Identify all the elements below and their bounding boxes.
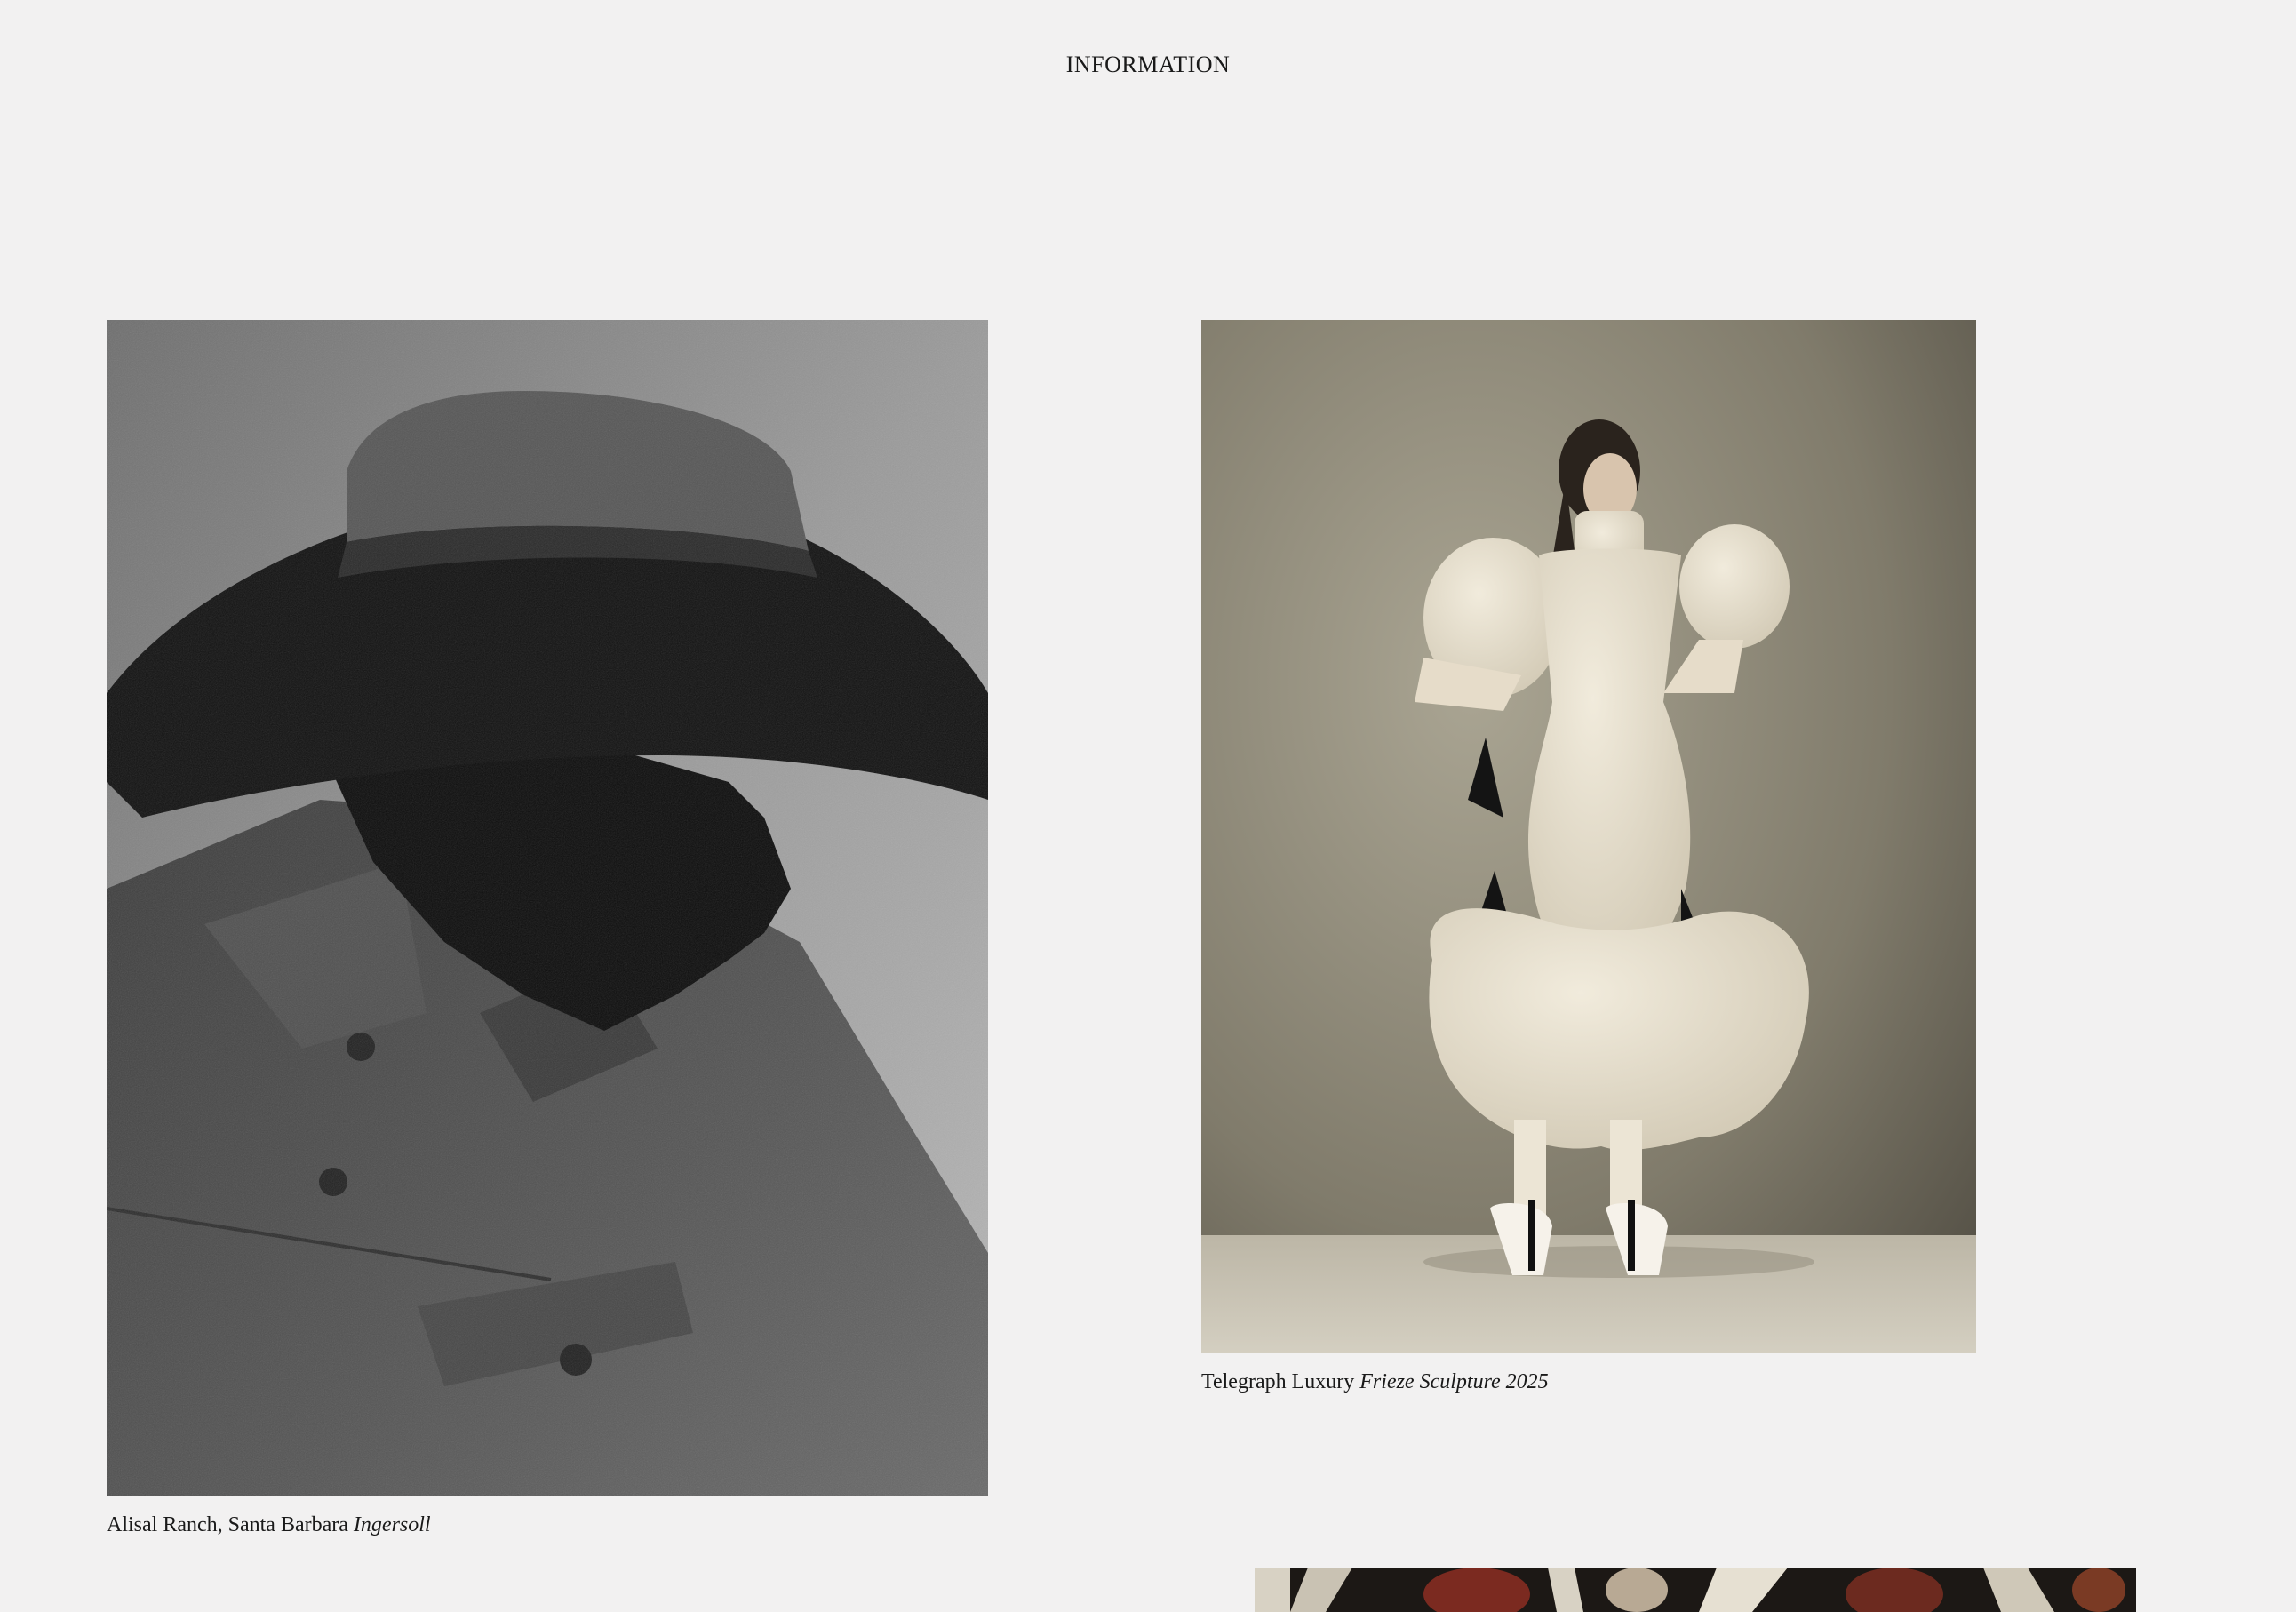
project-caption-frieze[interactable]: Telegraph Luxury Frieze Sculpture 2025 bbox=[1201, 1371, 1549, 1393]
partial-photo[interactable] bbox=[1255, 1568, 2136, 1612]
sculptural-dress-svg bbox=[1201, 320, 1976, 1353]
project-location: Alisal Ranch, Santa Barbara bbox=[107, 1513, 348, 1536]
project-title: Frieze Sculpture 2025 bbox=[1359, 1370, 1549, 1393]
cowboy-portrait-svg bbox=[107, 320, 988, 1496]
project-title: Ingersoll bbox=[353, 1513, 431, 1536]
information-link[interactable]: INFORMATION bbox=[1066, 52, 1231, 78]
cowboy-portrait-photo[interactable] bbox=[107, 320, 988, 1496]
page: INFORMATION Alisal Ranch, Santa Barbara … bbox=[0, 0, 2296, 1612]
project-caption-ingersoll[interactable]: Alisal Ranch, Santa Barbara Ingersoll bbox=[107, 1514, 431, 1536]
sculptural-dress-photo[interactable] bbox=[1201, 320, 1976, 1353]
partial-photo-svg bbox=[1255, 1568, 2136, 1612]
project-location: Telegraph Luxury bbox=[1201, 1370, 1355, 1393]
